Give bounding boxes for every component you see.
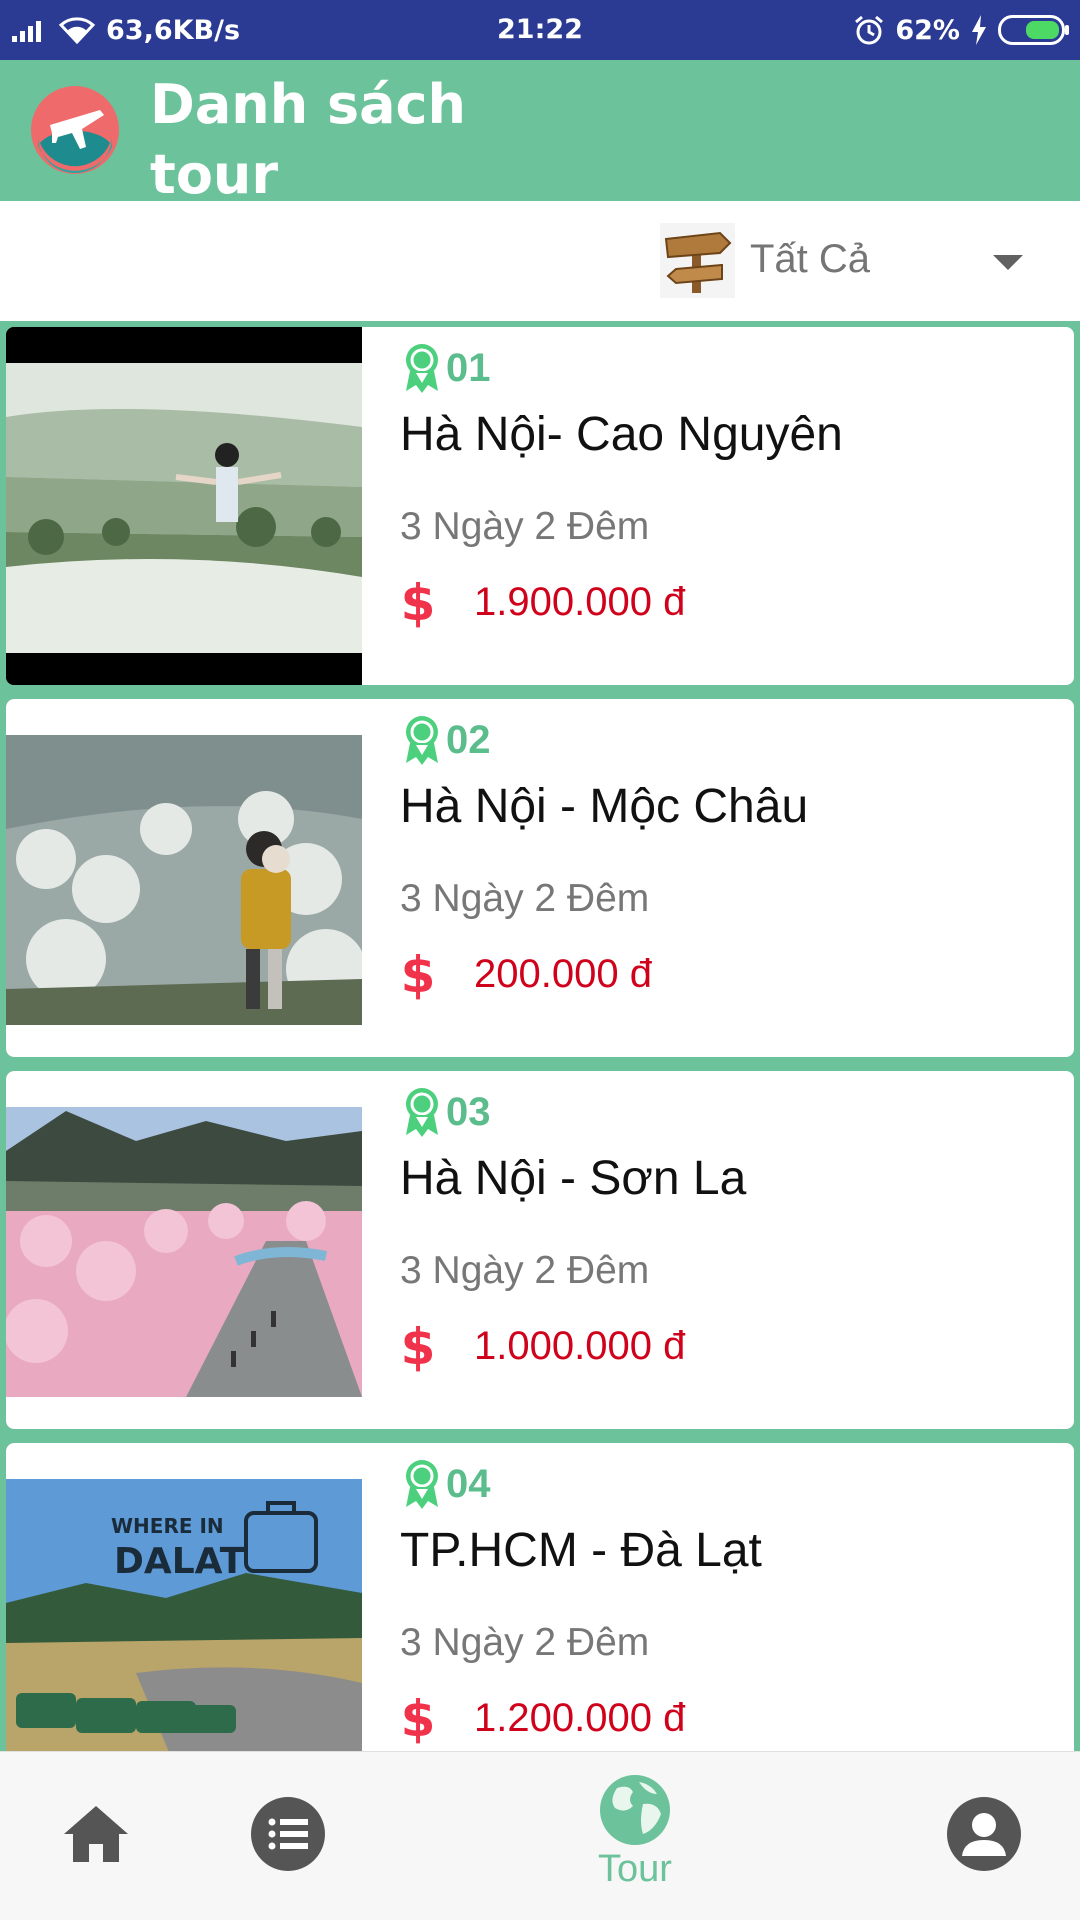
battery-icon bbox=[998, 15, 1069, 45]
charging-icon bbox=[972, 15, 986, 45]
category-filter[interactable]: Tất Cả bbox=[0, 201, 1080, 321]
tour-image: WHERE IN DALAT bbox=[6, 1443, 362, 1751]
tour-name: Hà Nội- Cao Nguyên bbox=[400, 408, 843, 461]
nav-tour-label: Tour bbox=[598, 1848, 672, 1890]
tour-name: Hà Nội - Sơn La bbox=[400, 1152, 747, 1205]
svg-text:$: $ bbox=[401, 1690, 436, 1746]
tour-number-badge: 04 bbox=[402, 1459, 491, 1509]
dollar-icon: $ bbox=[401, 1318, 436, 1374]
svg-text:$: $ bbox=[401, 1318, 436, 1374]
nav-list-button[interactable] bbox=[250, 1796, 326, 1872]
tour-price-row: $ 200.000 đ bbox=[400, 944, 652, 1004]
dollar-icon: $ bbox=[401, 1690, 436, 1746]
tour-price: 1.000.000 đ bbox=[474, 1323, 686, 1368]
award-icon bbox=[406, 716, 438, 765]
tour-number: 02 bbox=[446, 717, 491, 762]
nav-tour-button[interactable]: Tour bbox=[590, 1774, 680, 1904]
tour-info: 04 TP.HCM - Đà Lạt 3 Ngày 2 Đêm $ 1.200.… bbox=[394, 1443, 1074, 1751]
award-icon bbox=[406, 1088, 438, 1137]
tour-card[interactable]: 02 Hà Nội - Mộc Châu 3 Ngày 2 Đêm $ 200.… bbox=[6, 699, 1074, 1057]
tour-number-badge: 02 bbox=[402, 715, 491, 765]
bottom-navigation: Tour bbox=[0, 1751, 1080, 1920]
profile-icon bbox=[947, 1797, 1021, 1871]
tour-info: 03 Hà Nội - Sơn La 3 Ngày 2 Đêm $ 1.000.… bbox=[394, 1071, 1074, 1429]
dollar-icon: $ bbox=[401, 574, 436, 630]
signpost-icon bbox=[660, 223, 735, 298]
tour-number-badge: 03 bbox=[402, 1087, 491, 1137]
dollar-icon: $ bbox=[401, 946, 436, 1002]
tour-image bbox=[6, 1071, 362, 1429]
tour-name: TP.HCM - Đà Lạt bbox=[400, 1524, 762, 1577]
tour-name: Hà Nội - Mộc Châu bbox=[400, 780, 809, 833]
tour-info: 01 Hà Nội- Cao Nguyên 3 Ngày 2 Đêm $ 1.9… bbox=[394, 327, 1074, 685]
tour-number: 03 bbox=[446, 1089, 491, 1134]
tour-duration: 3 Ngày 2 Đêm bbox=[400, 505, 650, 548]
airplane-globe-logo-icon bbox=[31, 86, 119, 174]
tour-number: 01 bbox=[446, 345, 491, 390]
tour-duration: 3 Ngày 2 Đêm bbox=[400, 877, 650, 920]
award-icon bbox=[406, 344, 438, 393]
tour-duration: 3 Ngày 2 Đêm bbox=[400, 1249, 650, 1292]
tour-price: 1.900.000 đ bbox=[474, 579, 686, 624]
app-bar: Danh sách tour bbox=[0, 60, 1080, 206]
battery-percent: 62% bbox=[895, 14, 960, 46]
svg-text:DALAT: DALAT bbox=[114, 1541, 245, 1582]
tour-info: 02 Hà Nội - Mộc Châu 3 Ngày 2 Đêm $ 200.… bbox=[394, 699, 1074, 1057]
tour-price-row: $ 1.900.000 đ bbox=[400, 572, 686, 632]
svg-text:$: $ bbox=[401, 574, 436, 630]
status-right: 62% bbox=[853, 0, 1070, 60]
tour-price: 1.200.000 đ bbox=[474, 1695, 686, 1740]
award-icon bbox=[406, 1460, 438, 1509]
tour-duration: 3 Ngày 2 Đêm bbox=[400, 1621, 650, 1664]
tour-number-badge: 01 bbox=[402, 343, 491, 393]
list-icon bbox=[251, 1797, 325, 1871]
page-title: Danh sách tour bbox=[150, 73, 466, 206]
tour-price-row: $ 1.200.000 đ bbox=[400, 1688, 686, 1748]
filter-selected-value: Tất Cả bbox=[750, 237, 871, 281]
status-bar: 63,6KB/s 21:22 62% bbox=[0, 0, 1080, 60]
tour-price: 200.000 đ bbox=[474, 951, 652, 996]
tour-image bbox=[6, 327, 362, 685]
chevron-down-icon bbox=[993, 255, 1023, 270]
tour-card[interactable]: 01 Hà Nội- Cao Nguyên 3 Ngày 2 Đêm $ 1.9… bbox=[6, 327, 1074, 685]
globe-icon bbox=[600, 1775, 670, 1845]
nav-profile-button[interactable] bbox=[946, 1796, 1022, 1872]
svg-text:WHERE IN: WHERE IN bbox=[111, 1514, 224, 1538]
alarm-icon bbox=[855, 15, 884, 45]
tour-list[interactable]: 01 Hà Nội- Cao Nguyên 3 Ngày 2 Đêm $ 1.9… bbox=[0, 321, 1080, 1751]
tour-card[interactable]: 03 Hà Nội - Sơn La 3 Ngày 2 Đêm $ 1.000.… bbox=[6, 1071, 1074, 1429]
tour-price-row: $ 1.000.000 đ bbox=[400, 1316, 686, 1376]
tour-card[interactable]: WHERE IN DALAT 04 TP.HCM - Đà Lạt 3 Ngày… bbox=[6, 1443, 1074, 1751]
nav-home-button[interactable] bbox=[62, 1802, 130, 1866]
svg-text:$: $ bbox=[401, 946, 436, 1002]
home-icon bbox=[64, 1806, 128, 1862]
tour-image bbox=[6, 699, 362, 1057]
tour-number: 04 bbox=[446, 1461, 491, 1506]
